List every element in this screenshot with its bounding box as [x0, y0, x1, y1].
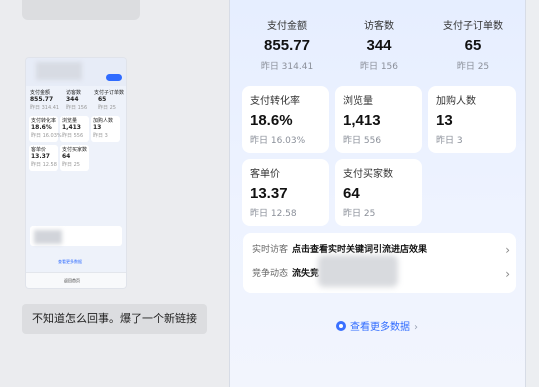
thumb-card-prev: 昨日 556 [62, 133, 84, 139]
thumb-kpi-value: 65 [98, 96, 107, 103]
card-prev: 昨日 556 [343, 136, 382, 146]
chevron-right-icon: › [414, 322, 418, 333]
kpi-prev: 昨日 25 [456, 62, 490, 72]
kpi-value: 65 [464, 37, 482, 54]
thumb-card-value: 64 [62, 153, 71, 160]
thumb-kpi-prev: 昨日 314.41 [30, 105, 60, 111]
card-value: 64 [343, 185, 360, 202]
kpi-label: 支付金额 [267, 21, 307, 32]
thumb-kpi-prev: 昨日 25 [98, 105, 116, 111]
thumb-card-prev: 昨日 12.58 [31, 162, 57, 168]
card-conversion-rate[interactable]: 支付转化率 18.6% 昨日 16.03% [242, 86, 329, 153]
info-row-value: 流失竞 [292, 269, 320, 279]
card-label: 加购人数 [436, 96, 476, 107]
card-prev: 昨日 3 [436, 136, 463, 146]
thumbnail-blurred-region [36, 62, 82, 80]
thumb-card-prev: 昨日 3 [93, 133, 108, 139]
card-prev: 昨日 25 [343, 209, 376, 219]
thumb-card-value: 13.37 [31, 153, 50, 160]
thumbnail-button [106, 74, 122, 81]
thumb-footer: 返回首页 [26, 272, 126, 288]
thumb-card-value: 1,413 [62, 124, 81, 131]
info-box: 实时访客 点击查看实时关键词引流进店效果 › 竞争动态 流失竞 › [243, 233, 516, 293]
thumb-card-value: 18.6% [31, 124, 52, 131]
thumb-card-prev: 昨日 16.03% [31, 133, 62, 139]
blurred-region [318, 255, 398, 287]
view-more-data-link[interactable]: 查看更多数据 › [336, 320, 418, 336]
card-label: 浏览量 [343, 96, 373, 107]
chat-image-thumbnail[interactable]: 支付金额 855.77 昨日 314.41 访客数 344 昨日 156 支付子… [26, 58, 126, 288]
card-page-views[interactable]: 浏览量 1,413 昨日 556 [335, 86, 422, 153]
kpi-sub-orders[interactable]: 支付子订单数 65 昨日 25 [436, 20, 510, 73]
thumb-card-value: 13 [93, 124, 102, 131]
kpi-payment-amount[interactable]: 支付金额 855.77 昨日 314.41 [252, 20, 322, 73]
thumb-footer-label: 返回首页 [64, 278, 80, 283]
card-value: 13.37 [250, 185, 288, 202]
card-value: 18.6% [250, 112, 293, 129]
thumb-blurred-region [34, 230, 62, 244]
thumb-more-link: 查看更多数据 [58, 259, 82, 264]
kpi-label: 支付子订单数 [443, 21, 503, 32]
card-value: 1,413 [343, 112, 381, 129]
thumb-kpi-value: 344 [66, 96, 79, 103]
thumb-kpi-value: 855.77 [30, 96, 54, 103]
chat-column: 支付金额 855.77 昨日 314.41 访客数 344 昨日 156 支付子… [0, 0, 229, 387]
thumbnail-header [26, 58, 126, 86]
card-prev: 昨日 16.03% [250, 136, 306, 146]
window-edge [526, 0, 539, 387]
kpi-value: 855.77 [264, 37, 310, 54]
card-paying-buyers[interactable]: 支付买家数 64 昨日 25 [335, 159, 422, 226]
thumb-card-prev: 昨日 25 [62, 162, 80, 168]
kpi-prev: 昨日 156 [359, 62, 399, 72]
chat-message-bubble[interactable]: 不知道怎么回事。爆了一个新链接 [22, 304, 207, 334]
data-circle-icon [336, 321, 346, 331]
chat-bubble-previous[interactable] [22, 0, 140, 20]
more-link-label: 查看更多数据 [350, 322, 410, 333]
card-label: 支付转化率 [250, 96, 300, 107]
kpi-visitors[interactable]: 访客数 344 昨日 156 [344, 20, 414, 73]
kpi-value: 344 [366, 37, 392, 54]
card-label: 支付买家数 [343, 169, 393, 180]
kpi-label: 访客数 [364, 21, 394, 32]
card-label: 客单价 [250, 169, 280, 180]
thumb-kpi-prev: 昨日 156 [66, 105, 88, 111]
chevron-right-icon: › [505, 267, 510, 281]
info-row-key: 实时访客 [252, 245, 289, 255]
card-value: 13 [436, 112, 453, 129]
card-add-to-cart[interactable]: 加购人数 13 昨日 3 [428, 86, 516, 153]
card-prev: 昨日 12.58 [250, 209, 297, 219]
info-row-key: 竞争动态 [252, 269, 289, 279]
chevron-right-icon: › [505, 243, 510, 257]
card-avg-order-value[interactable]: 客单价 13.37 昨日 12.58 [242, 159, 329, 226]
kpi-prev: 昨日 314.41 [260, 62, 314, 72]
